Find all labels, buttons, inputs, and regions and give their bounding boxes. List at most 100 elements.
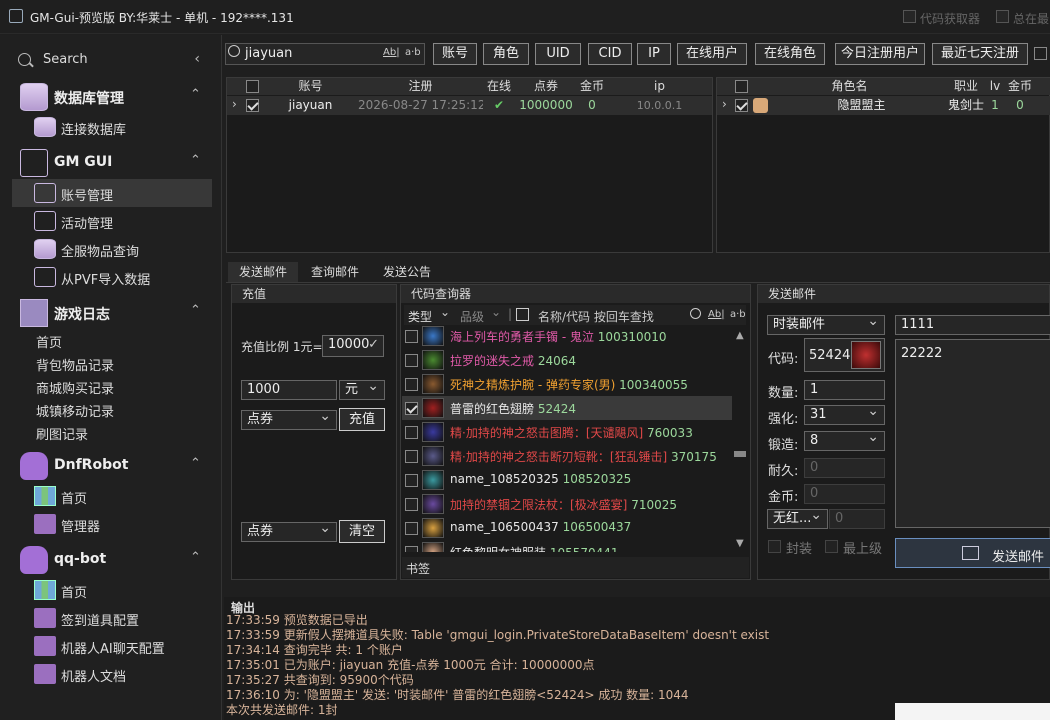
forge-select[interactable]: 8 [804,431,885,451]
col-cash[interactable]: 点券 [515,78,577,95]
sidebar-item[interactable]: 活动管理 [12,207,212,235]
mail-body-textarea[interactable]: 22222 [895,339,1050,528]
col-lv[interactable]: lv [986,78,1004,95]
top-grade-checkbox[interactable] [825,540,838,553]
bookmark-label[interactable]: 书签 [406,560,430,577]
chevron-up-icon[interactable]: ⌃ [190,87,201,102]
red-attr-input[interactable]: 0 [829,509,885,529]
search-by-button-8[interactable]: 最近七天注册 [932,43,1028,65]
sidebar-group-0[interactable]: 数据库管理 ⌃ [0,79,221,113]
select-all-accounts-checkbox[interactable] [246,80,259,93]
code-fetcher-checkbox[interactable] [903,10,916,23]
list-item[interactable]: 红色黎明女神服装 105570441 [402,540,732,552]
search-option-checkbox[interactable] [1034,47,1047,60]
search-by-button-0[interactable]: 账号 [433,43,477,65]
scroll-up-icon[interactable]: ▲ [736,330,744,341]
search-icon[interactable] [690,308,701,319]
amount-input[interactable]: 1000 [241,380,337,400]
sidebar-item[interactable]: 背包物品记录 [12,352,212,375]
sidebar-search[interactable]: Search ‹ [18,51,208,71]
sidebar-item[interactable]: 管理器 [12,510,212,538]
sidebar-item[interactable]: 刷图记录 [12,421,212,444]
match-case-icon[interactable]: Ab| [708,309,725,320]
scroll-thumb[interactable] [734,451,746,457]
chevron-down-icon[interactable]: ⌄ [440,305,450,319]
recharge-type-select[interactable]: 点券 [241,410,337,430]
search-by-button-2[interactable]: UID [535,43,581,65]
expand-icon[interactable]: › [232,97,237,111]
search-by-button-4[interactable]: IP [637,43,671,65]
table-row[interactable]: › 隐盟盟主 鬼剑士 1 0 [717,96,1050,115]
col-online[interactable]: 在线 [483,78,515,95]
always-on-top-checkbox[interactable] [996,10,1009,23]
col-registered[interactable]: 注册 [358,78,483,95]
sidebar-item[interactable]: 签到道具配置 [12,604,212,632]
expand-icon[interactable]: › [722,97,727,111]
chevron-left-icon[interactable]: ‹ [194,51,200,67]
row-checkbox[interactable] [735,99,748,112]
item-checkbox[interactable] [405,354,418,367]
chevron-up-icon[interactable]: ⌃ [190,303,201,318]
tab-send-mail[interactable]: 发送邮件 [228,262,298,282]
col-char-gold[interactable]: 金币 [1004,78,1036,95]
sidebar-item[interactable]: 机器人文档 [12,660,212,688]
sidebar-item[interactable]: 商城购买记录 [12,375,212,398]
item-checkbox[interactable] [405,402,418,415]
sidebar-group-1[interactable]: GM GUI ⌃ [0,145,221,179]
item-checkbox[interactable] [405,330,418,343]
list-item[interactable]: 死神之精炼护腕 - 弹药专家(男) 100340055 [402,372,732,396]
table-row[interactable]: › jiayuan 2026-08-27 17:25:12 ✔ 1000000 … [227,96,712,115]
send-mail-button[interactable]: 发送邮件 [895,538,1050,568]
code-input[interactable]: 52424 [804,338,885,372]
ratio-input[interactable]: 10000 ✓ [322,335,384,357]
list-item[interactable]: 加持的禁锢之限法杖：[极冰盛宴] 710025 [402,492,732,516]
recharge-button[interactable]: 充值 [339,408,385,431]
chevron-up-icon[interactable]: ⌃ [190,456,201,471]
clear-button[interactable]: 清空 [339,520,385,543]
col-account[interactable]: 账号 [263,78,358,95]
tab-send-notice[interactable]: 发送公告 [372,262,442,282]
code-search-input[interactable]: 名称/代码 按回车查找 [538,308,654,325]
col-job[interactable]: 职业 [946,78,986,95]
search-box[interactable]: jiayuan Ab| a·b [225,43,425,65]
sidebar-item[interactable]: 首页 [12,576,212,604]
chevron-up-icon[interactable]: ⌃ [190,550,201,565]
sidebar-item[interactable]: 机器人AI聊天配置 [12,632,212,660]
search-by-button-7[interactable]: 今日注册用户 [835,43,925,65]
sidebar-item[interactable]: 账号管理 [12,179,212,207]
tab-query-mail[interactable]: 查询邮件 [300,262,370,282]
list-item[interactable]: 普雷的红色翅膀 52424 [402,396,732,420]
list-item[interactable]: 精·加持的神之怒击断刃短靴：[狂乱锤击] 370175 [402,444,732,468]
item-checkbox[interactable] [405,546,418,552]
list-item[interactable]: name_108520325 108520325 [402,468,732,492]
grade-filter[interactable]: 品级 [460,308,484,325]
item-checkbox[interactable] [405,450,418,463]
item-checkbox[interactable] [405,522,418,535]
quantity-input[interactable]: 1 [804,380,885,400]
sidebar-item[interactable]: 城镇移动记录 [12,398,212,421]
sidebar-item[interactable]: 全服物品查询 [12,235,212,263]
sidebar-group-3[interactable]: DnfRobot ⌃ [0,448,221,482]
mail-type-select[interactable]: 时装邮件 [767,315,885,335]
list-item[interactable]: name_106500437 106500437 [402,516,732,540]
sidebar-item[interactable]: 连接数据库 [12,113,212,141]
search-by-button-6[interactable]: 在线角色 [755,43,825,65]
red-attr-select[interactable]: 无红... [767,509,828,529]
item-checkbox[interactable] [405,426,418,439]
mail-subject-input[interactable]: 1111 [895,315,1050,335]
search-input[interactable]: jiayuan [245,46,292,61]
match-case-icon[interactable]: Ab| [383,47,400,58]
match-word-icon[interactable]: a·b [405,47,421,58]
scroll-down-icon[interactable]: ▼ [736,538,744,549]
chevron-up-icon[interactable]: ⌃ [190,153,201,168]
list-item[interactable]: 精·加持的神之怒击图腾：[天谴飓风] 760033 [402,420,732,444]
sidebar-group-2[interactable]: 游戏日志 ⌃ [0,295,221,329]
seal-checkbox[interactable] [768,540,781,553]
col-char-name[interactable]: 角色名 [753,78,946,95]
select-all-characters-checkbox[interactable] [735,80,748,93]
type-filter[interactable]: 类型 [408,308,432,325]
enhance-select[interactable]: 31 [804,405,885,425]
search-by-button-1[interactable]: 角色 [483,43,529,65]
durability-input[interactable]: 0 [804,458,885,478]
unit-select[interactable]: 元 [339,380,385,400]
